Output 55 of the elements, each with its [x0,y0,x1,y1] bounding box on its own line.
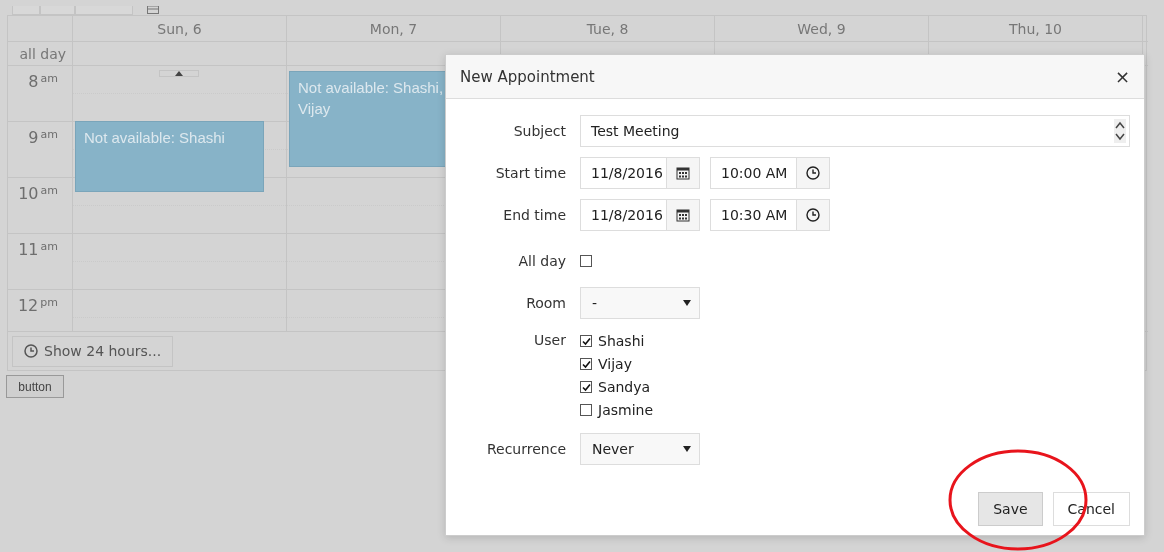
field-label: All day [517,252,566,271]
page-button[interactable]: button [6,375,64,398]
calendar-icon [147,6,159,14]
checkbox[interactable] [580,380,592,393]
hour-label: 8 [28,72,39,91]
option-label[interactable]: Vijay [598,355,632,372]
show-24-hours-button[interactable]: Show 24 hours... [12,335,174,367]
caret-icon [683,446,691,452]
caret-icon [683,300,691,306]
field-label: Room [525,294,566,313]
time-field[interactable]: 10:30 AM [710,199,830,231]
period-label: am [40,184,58,197]
date-field[interactable]: 11/8/2016 [580,157,700,189]
option-label[interactable]: Jasmine [598,401,653,418]
period-label: am [40,240,58,253]
up-triangle-icon [175,71,183,76]
checkbox[interactable] [580,357,592,370]
clock-icon [24,344,38,358]
hour-label: 12 [17,296,39,315]
checkbox[interactable] [580,255,592,267]
checkbox[interactable] [580,403,592,416]
day-header: Wed, 9 [714,16,928,42]
text-field[interactable]: Test Meeting [580,115,1130,147]
date-field[interactable]: 11/8/2016 [580,199,700,231]
day-header: Tue, 8 [500,16,714,42]
dialog-title: New Appointment [460,67,595,86]
option-label[interactable]: Shashi [598,332,645,349]
clock-icon[interactable] [806,208,820,222]
save-button[interactable]: Save [978,492,1043,526]
period-label: pm [40,296,58,309]
calendar-icon[interactable] [676,166,690,180]
hour-label: 10 [18,184,39,203]
close-button[interactable]: × [1114,66,1130,87]
spinner-icon[interactable] [1114,119,1126,143]
field-label: Start time [494,164,566,183]
field-label: Recurrence [485,440,566,459]
calendar-icon[interactable] [676,208,690,222]
field-label: End time [502,206,566,225]
clock-icon[interactable] [806,166,820,180]
day-header: Thu, 10 [928,16,1142,42]
day-header: Sun, 6 [72,16,286,42]
dropdown[interactable]: Never [580,433,700,465]
time-field[interactable]: 10:00 AM [710,157,830,189]
field-label: User [533,331,566,350]
scroll-up-button[interactable] [159,70,199,77]
dropdown[interactable]: - [580,287,700,319]
option-label[interactable]: Sandya [598,378,651,395]
hour-label: 11 [18,240,39,259]
all-day-label: all day [19,45,67,62]
hour-label: 9 [28,128,39,147]
field-label: Subject [512,122,566,141]
period-label: am [40,72,58,85]
checkbox[interactable] [580,334,592,347]
period-label: am [40,128,58,141]
day-header: Mon, 7 [286,16,500,42]
